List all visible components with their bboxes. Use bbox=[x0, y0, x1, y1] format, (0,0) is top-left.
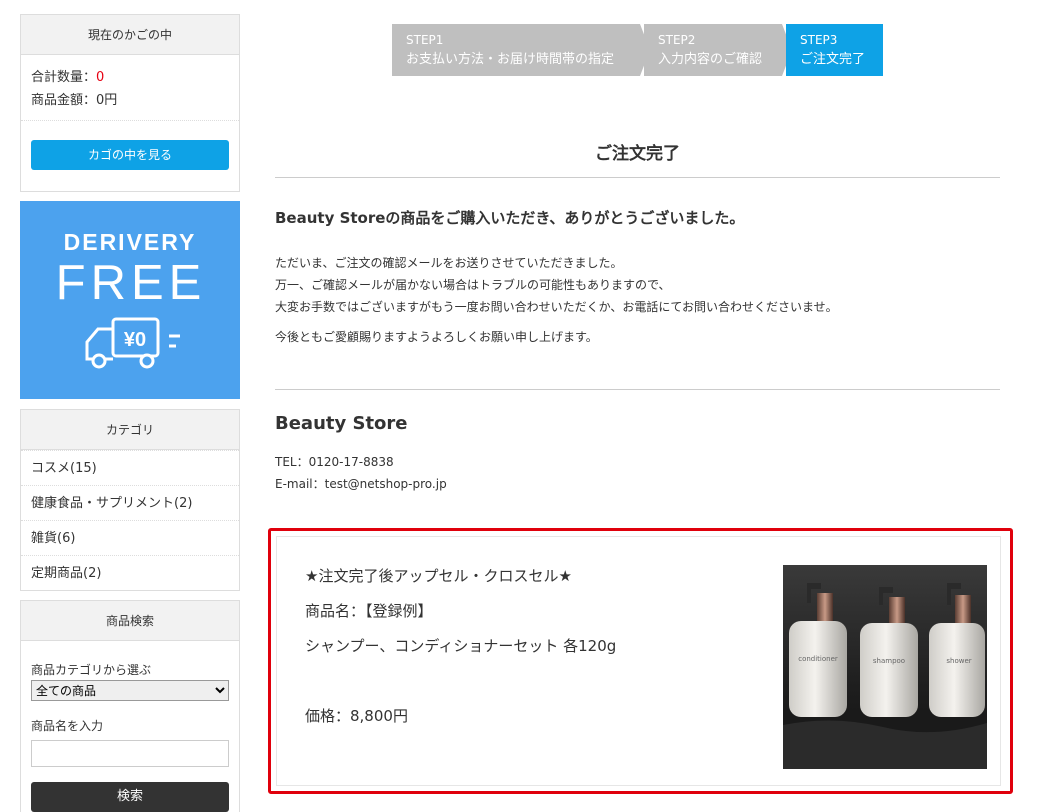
message-line: 大変お手数ではございますがもう一度お問い合わせいただくか、お電話にてお問い合わせ… bbox=[275, 300, 838, 314]
step-1-num: STEP1 bbox=[406, 33, 444, 47]
svg-text:conditioner: conditioner bbox=[798, 655, 838, 663]
upsell-price: 価格：8,800円 bbox=[305, 707, 408, 725]
cart-footer: カゴの中を見る bbox=[21, 121, 239, 191]
category-item-subscription[interactable]: 定期商品(2) bbox=[21, 555, 239, 590]
page-title: ご注文完了 bbox=[275, 139, 1000, 178]
cart-qty: 合計数量：0 bbox=[31, 66, 229, 89]
cart-amount: 商品金額：0円 bbox=[31, 89, 229, 112]
view-cart-button[interactable]: カゴの中を見る bbox=[31, 140, 229, 170]
free-delivery-banner[interactable]: DERIVERY FREE ¥0 bbox=[20, 201, 240, 399]
product-search-box: 商品検索 商品カテゴリから選ぶ 全ての商品 商品名を入力 検索 bbox=[20, 600, 240, 812]
category-item-cosme[interactable]: コスメ(15) bbox=[21, 450, 239, 485]
banner-line2: FREE bbox=[56, 256, 207, 310]
step-2: STEP2 入力内容のご確認 bbox=[644, 24, 782, 76]
step-3-active: STEP3 ご注文完了 bbox=[786, 24, 883, 76]
category-select-label: 商品カテゴリから選ぶ bbox=[31, 663, 152, 677]
cart-header: 現在のかごの中 bbox=[21, 15, 239, 55]
upsell-box: ★注文完了後アップセル・クロスセル★ 商品名：【登録例】 シャンプー、コンディシ… bbox=[268, 528, 1013, 794]
search-form: 商品カテゴリから選ぶ 全ての商品 商品名を入力 検索 bbox=[21, 641, 239, 812]
cart-qty-value: 0 bbox=[96, 70, 105, 85]
message-line: ただいま、ご注文の確認メールをお送りさせていただきました。 bbox=[275, 256, 623, 270]
banner-price-tag: ¥0 bbox=[124, 329, 146, 351]
step-2-num: STEP2 bbox=[658, 33, 696, 47]
search-button[interactable]: 検索 bbox=[31, 782, 229, 812]
confirmation-message: ただいま、ご注文の確認メールをお送りさせていただきました。 万一、ご確認メールが… bbox=[275, 252, 838, 318]
svg-text:shower: shower bbox=[946, 657, 971, 665]
cart-qty-label: 合計数量： bbox=[31, 70, 97, 85]
upsell-heading: ★注文完了後アップセル・クロスセル★ bbox=[305, 567, 572, 585]
name-input-label: 商品名を入力 bbox=[31, 719, 104, 733]
closing-message: 今後ともご愛顧賜りますようよろしくお願い申し上げます。 bbox=[275, 330, 598, 344]
cart-summary: 合計数量：0 商品金額：0円 bbox=[21, 55, 239, 121]
product-photo: conditioner shampoo shower bbox=[783, 565, 987, 769]
store-contact: TEL：0120-17-8838 E-mail：test@netshop-pro… bbox=[275, 451, 447, 495]
message-line: 万一、ご確認メールが届かない場合はトラブルの可能性もありますので、 bbox=[275, 278, 671, 292]
step-1-label: お支払い方法・お届け時間帯の指定 bbox=[406, 52, 615, 67]
step-1: STEP1 お支払い方法・お届け時間帯の指定 bbox=[392, 24, 640, 76]
thanks-message: Beauty Storeの商品をご購入いただき、ありがとうございました。 bbox=[275, 209, 745, 227]
category-box: カテゴリ コスメ(15) 健康食品・サプリメント(2) 雑貨(6) 定期商品(2… bbox=[20, 409, 240, 591]
svg-text:shampoo: shampoo bbox=[873, 657, 905, 665]
upsell-product-name[interactable]: 商品名：【登録例】 bbox=[305, 600, 433, 621]
upsell-card: ★注文完了後アップセル・クロスセル★ 商品名：【登録例】 シャンプー、コンディシ… bbox=[276, 536, 1001, 786]
cart-box: 現在のかごの中 合計数量：0 商品金額：0円 カゴの中を見る bbox=[20, 14, 240, 192]
step-3-label: ご注文完了 bbox=[800, 52, 866, 67]
store-email: E-mail：test@netshop-pro.jp bbox=[275, 477, 447, 491]
store-name: Beauty Store bbox=[275, 413, 408, 434]
banner-line1: DERIVERY bbox=[64, 229, 197, 255]
step-2-label: 入力内容のご確認 bbox=[658, 52, 763, 67]
free-delivery-graphic: DERIVERY FREE ¥0 bbox=[56, 229, 207, 369]
search-header: 商品検索 bbox=[21, 601, 239, 641]
category-header: カテゴリ bbox=[21, 410, 239, 450]
order-steps: STEP1 お支払い方法・お届け時間帯の指定 STEP2 入力内容のご確認 ST… bbox=[392, 24, 883, 76]
store-tel: TEL：0120-17-8838 bbox=[275, 455, 394, 469]
category-item-goods[interactable]: 雑貨(6) bbox=[21, 520, 239, 555]
product-name-input[interactable] bbox=[31, 740, 229, 767]
step-3-num: STEP3 bbox=[800, 33, 838, 47]
category-select[interactable]: 全ての商品 bbox=[31, 680, 229, 701]
divider bbox=[275, 389, 1000, 390]
product-image[interactable]: conditioner shampoo shower bbox=[783, 565, 987, 769]
upsell-description: シャンプー、コンディショナーセット 各120g bbox=[305, 637, 617, 655]
category-item-health[interactable]: 健康食品・サプリメント(2) bbox=[21, 485, 239, 520]
cart-amount-label: 商品金額： bbox=[31, 93, 97, 108]
cart-amount-value: 0円 bbox=[96, 93, 118, 108]
